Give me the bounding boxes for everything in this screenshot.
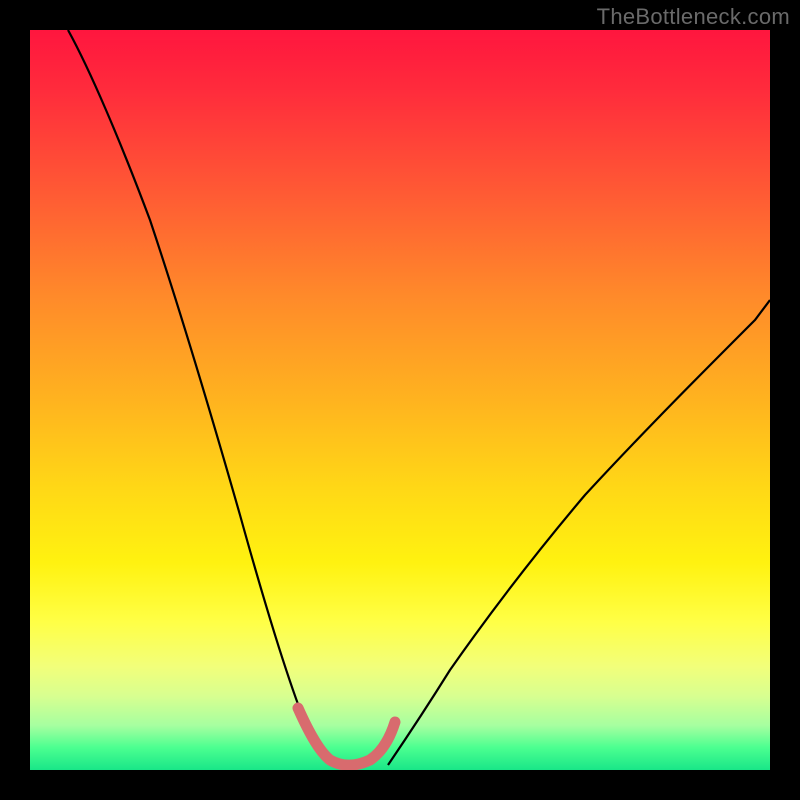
left-curve (68, 30, 330, 765)
curves-svg (30, 30, 770, 770)
watermark-text: TheBottleneck.com (597, 4, 790, 30)
plot-area (30, 30, 770, 770)
chart-frame: TheBottleneck.com (0, 0, 800, 800)
valley-highlight (298, 708, 395, 765)
right-curve (388, 300, 770, 765)
